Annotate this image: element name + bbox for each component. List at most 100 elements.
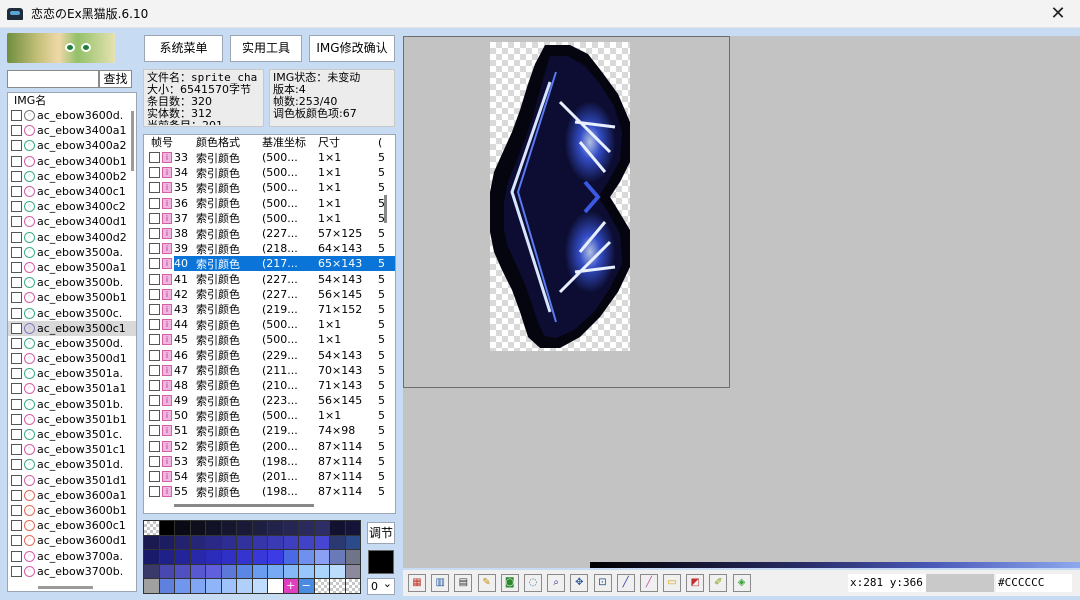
img-list-item[interactable]: ◦ ac_ebow3600c1 [8, 518, 136, 533]
img-list-item[interactable]: ◦ ac_ebow3501b. [8, 397, 136, 412]
palette-swatch[interactable] [144, 564, 160, 580]
frame-row[interactable]: i 35 索引颜色 (500... 1×1 5 [144, 180, 395, 195]
col-frame-no[interactable]: 帧号 [151, 135, 196, 150]
palette-grid[interactable]: + − [143, 520, 361, 594]
img-list-vscroll[interactable] [131, 111, 134, 171]
col-color-format[interactable]: 颜色格式 [196, 135, 262, 150]
palette-swatch[interactable] [159, 550, 175, 565]
rect-icon[interactable]: ▭ [663, 574, 682, 592]
palette-swatch[interactable] [268, 521, 284, 536]
frame-row[interactable]: i 45 索引颜色 (500... 1×1 5 [144, 332, 395, 347]
palette-swatch[interactable] [175, 550, 191, 565]
frame-checkbox[interactable] [149, 379, 160, 391]
frame-checkbox[interactable] [149, 319, 160, 331]
img-list-item[interactable]: ◦ ac_ebow3400a2 [8, 138, 136, 153]
eraser-icon[interactable]: ◩ [686, 574, 705, 592]
frame-checkbox[interactable] [149, 288, 160, 300]
frame-row[interactable]: i 46 索引颜色 (229... 54×143 5 [144, 347, 395, 362]
img-confirm-button[interactable]: IMG修改确认 [309, 35, 395, 62]
frame-checkbox[interactable] [149, 486, 160, 498]
palette-swatch[interactable] [190, 564, 206, 580]
palette-swatch[interactable] [330, 564, 346, 580]
img-checkbox[interactable] [11, 535, 22, 547]
palette-swatch[interactable] [206, 521, 222, 536]
img-checkbox[interactable] [11, 398, 22, 410]
system-menu-button[interactable]: 系统菜单 [144, 35, 223, 62]
frame-row[interactable]: i 37 索引颜色 (500... 1×1 5 [144, 211, 395, 226]
palette-swatch[interactable] [345, 564, 361, 580]
frame-row[interactable]: i 55 索引颜色 (198... 87×114 5 [144, 484, 395, 499]
palette-swatch[interactable] [237, 579, 253, 594]
tools-button[interactable]: 实用工具 [230, 35, 302, 62]
img-list-item[interactable]: ◦ ac_ebow3501a. [8, 366, 136, 381]
picker-icon[interactable]: ✐ [709, 574, 728, 592]
img-list-item[interactable]: ◦ ac_ebow3600d1 [8, 533, 136, 548]
palette-swatch[interactable] [345, 550, 361, 565]
frame-checkbox[interactable] [149, 303, 160, 315]
sprite-preview[interactable] [490, 42, 630, 351]
palette-swatch[interactable] [299, 535, 315, 551]
frame-row[interactable]: i 50 索引颜色 (500... 1×1 5 [144, 408, 395, 423]
img-list-item[interactable]: ◦ ac_ebow3501d1 [8, 473, 136, 488]
img-list-item[interactable]: ◦ ac_ebow3400c2 [8, 199, 136, 214]
palette-swatch[interactable] [144, 535, 160, 551]
img-list-item[interactable]: ◦ ac_ebow3700a. [8, 548, 136, 563]
img-checkbox[interactable] [11, 459, 22, 471]
palette-swatch[interactable] [283, 535, 299, 551]
palette-swatch[interactable] [206, 535, 222, 551]
img-list-item[interactable]: ◦ ac_ebow3600d. [8, 108, 136, 123]
hex-color-value[interactable]: #CCCCCC [996, 574, 1072, 592]
brush-icon[interactable]: ✎ [477, 574, 496, 592]
img-checkbox[interactable] [11, 140, 22, 152]
frame-checkbox[interactable] [149, 471, 160, 483]
frame-checkbox[interactable] [149, 228, 160, 240]
record-icon[interactable]: ◙ [500, 574, 519, 592]
img-checkbox[interactable] [11, 216, 22, 228]
palette-index-select[interactable]: 0 [367, 576, 395, 595]
img-checkbox[interactable] [11, 125, 22, 137]
palette-swatch[interactable] [283, 564, 299, 580]
palette-swatch[interactable] [175, 535, 191, 551]
palette-swatch[interactable] [252, 550, 268, 565]
frame-checkbox[interactable] [149, 395, 160, 407]
img-list-item[interactable]: ◦ ac_ebow3501a1 [8, 381, 136, 396]
frame-row[interactable]: i 44 索引颜色 (500... 1×1 5 [144, 317, 395, 332]
frame-checkbox[interactable] [149, 167, 160, 179]
palette-swatch[interactable] [299, 521, 315, 536]
palette-swatch[interactable] [175, 521, 191, 536]
palette-swatch[interactable] [206, 579, 222, 594]
palette-swatch[interactable] [206, 564, 222, 580]
film-icon[interactable]: ▤ [454, 574, 473, 592]
img-list-hscroll[interactable] [38, 586, 93, 589]
img-checkbox[interactable] [11, 322, 22, 334]
palette-swatch[interactable] [252, 521, 268, 536]
img-checkbox[interactable] [11, 520, 22, 532]
img-checkbox[interactable] [11, 474, 22, 486]
palette-swatch[interactable] [237, 521, 253, 536]
img-checkbox[interactable] [11, 201, 22, 213]
close-icon[interactable]: ✕ [1048, 4, 1068, 24]
img-list-item[interactable]: ◦ ac_ebow3400b2 [8, 169, 136, 184]
palette-swatch[interactable] [314, 521, 330, 536]
frame-checkbox[interactable] [149, 212, 160, 224]
palette-swatch[interactable] [330, 521, 346, 536]
palette-swatch[interactable] [330, 550, 346, 565]
frame-checkbox[interactable] [149, 273, 160, 285]
palette-swatch[interactable] [252, 579, 268, 594]
img-checkbox[interactable] [11, 292, 22, 304]
palette-swatch[interactable] [144, 579, 160, 594]
frame-icon[interactable]: ▦ [408, 574, 426, 592]
palette-swatch[interactable] [299, 564, 315, 580]
palette-swatch[interactable]: + [283, 579, 299, 594]
img-checkbox[interactable] [11, 429, 22, 441]
frame-row[interactable]: i 49 索引颜色 (223... 56×145 5 [144, 393, 395, 408]
palette-swatch[interactable] [159, 564, 175, 580]
canvas-area[interactable] [403, 36, 1080, 568]
frame-checkbox[interactable] [149, 152, 160, 164]
palette-swatch[interactable] [190, 535, 206, 551]
palette-swatch[interactable] [159, 521, 175, 536]
palette-swatch[interactable] [268, 550, 284, 565]
img-checkbox[interactable] [11, 368, 22, 380]
frame-row[interactable]: i 34 索引颜色 (500... 1×1 5 [144, 165, 395, 180]
palette-swatch[interactable] [175, 579, 191, 594]
